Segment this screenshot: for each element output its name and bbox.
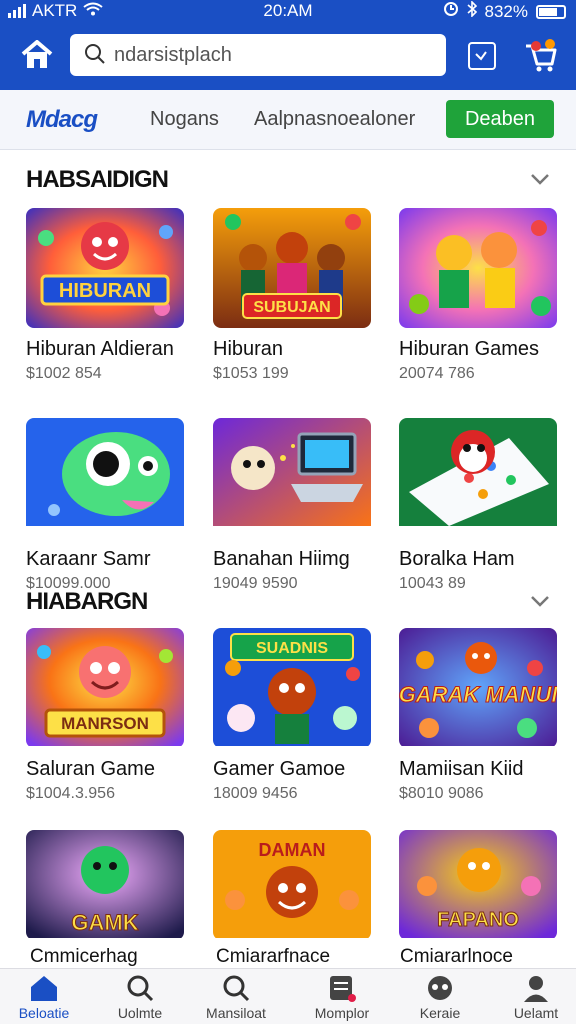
subnav-bar: Mdacg Nogans Aalpnasnoealoner Deaben — [0, 90, 576, 150]
game-card[interactable]: FAPANO — [399, 830, 557, 940]
game-name: Hiburan Aldieran — [26, 338, 174, 360]
game-meta: 20074 786 — [399, 365, 475, 382]
game-thumbnail: GARAK MANUI — [399, 628, 557, 748]
game-art-title: FAPANO — [437, 909, 519, 931]
game-card[interactable]: SUBUJAN Hiburan $1053 199 — [213, 208, 371, 383]
status-bar: AKTR 20:AM 832% — [0, 0, 576, 24]
chevron-down-icon[interactable] — [530, 172, 550, 186]
game-meta: $1053 199 — [213, 365, 289, 382]
game-meta: $8010 9086 — [399, 785, 484, 802]
nav-label: Keraie — [419, 1005, 461, 1021]
game-name: Cmiararlnoce — [400, 946, 513, 967]
game-thumbnail: HIBURAN — [26, 208, 184, 328]
chevron-down-icon[interactable] — [530, 594, 550, 608]
game-name: Hiburan — [213, 338, 284, 360]
game-name: Saluran Game — [26, 758, 155, 780]
game-name: Hiburan Games — [399, 338, 540, 360]
section-title: HIABARGN — [26, 588, 148, 615]
primary-action-button[interactable]: Deaben — [446, 100, 554, 138]
game-card[interactable]: Banahan Hiimg 19049 9590 — [213, 418, 371, 593]
search-icon — [127, 975, 154, 1002]
bottom-nav: Beloatie Uolmte Mansiloat Momplor Keraie… — [0, 968, 576, 1024]
game-name: Banahan Hiimg — [213, 548, 350, 570]
checkbox-button[interactable] — [468, 42, 496, 70]
game-name: Gamer Gamoe — [213, 758, 346, 780]
cart-icon — [526, 39, 557, 72]
home-icon — [31, 976, 57, 1001]
game-thumbnail — [26, 418, 184, 538]
search-placeholder: ndarsistplach — [114, 44, 232, 66]
game-thumbnail — [213, 418, 371, 538]
game-name: Mamiisan Kiid — [399, 758, 524, 780]
user-icon — [524, 976, 548, 1002]
game-name: Karaanr Samr — [26, 548, 151, 570]
game-card[interactable]: GARAK MANUI Mamiisan Kiid $8010 9086 — [399, 628, 557, 803]
game-meta: $1002 854 — [26, 365, 102, 382]
game-meta: $1004.3.956 — [26, 785, 115, 802]
home-icon — [21, 40, 53, 68]
nav-item-home[interactable]: Beloatie — [0, 973, 92, 1021]
game-thumbnail: DAMAN — [213, 830, 371, 940]
home-button[interactable] — [20, 40, 54, 70]
nav-item-explore[interactable]: Mansiloat — [188, 973, 284, 1021]
game-thumbnail: GAMK — [26, 830, 184, 940]
nav-item-search[interactable]: Uolmte — [92, 973, 188, 1021]
nav-label: Beloatie — [18, 1005, 70, 1021]
game-card[interactable]: DAMAN — [213, 830, 371, 940]
game-card[interactable]: HIBURAN Hiburan Aldieran $1002 854 — [26, 208, 184, 383]
brand-logo[interactable]: Mdacg — [26, 106, 98, 134]
game-card[interactable]: Hiburan Games 20074 786 — [399, 208, 557, 383]
search-input[interactable]: ndarsistplach — [70, 34, 446, 76]
game-thumbnail — [399, 208, 557, 328]
controller-icon — [428, 976, 452, 1000]
alarm-icon — [443, 1, 459, 22]
nav-item-games[interactable]: Keraie — [392, 973, 488, 1021]
game-art-title: DAMAN — [259, 840, 326, 860]
game-art-title: SUBUJAN — [253, 299, 330, 316]
game-thumbnail: SUBUJAN — [213, 208, 371, 328]
game-name: Cmiararfnace — [216, 946, 331, 967]
game-name: Cmmicerhag — [30, 946, 138, 967]
game-art-title: GARAK MANUI — [399, 682, 557, 707]
cart-button[interactable] — [520, 36, 560, 76]
game-name: Boralka Ham — [399, 548, 515, 570]
tab-nogans[interactable]: Nogans — [150, 108, 219, 131]
game-meta: 10043 89 — [399, 575, 466, 592]
battery-icon — [536, 4, 566, 19]
nav-label: Uelamt — [513, 1005, 559, 1021]
game-art-title: HIBURAN — [59, 280, 151, 302]
game-thumbnail: SUADNIS — [213, 628, 371, 748]
partial-row-labels: Cmmicerhag Cmiararfnace Cmiararlnoce — [0, 938, 576, 968]
document-icon — [330, 976, 356, 1002]
check-icon — [475, 51, 487, 61]
nav-label: Mansiloat — [206, 1005, 266, 1021]
nav-item-messages[interactable]: Momplor — [294, 973, 390, 1021]
game-card[interactable]: SUADNIS Gamer Gamoe 18009 9456 — [213, 628, 371, 803]
bluetooth-icon — [466, 0, 477, 22]
nav-item-profile[interactable]: Uelamt — [488, 973, 576, 1021]
game-card[interactable]: Boralka Ham 10043 89 — [399, 418, 557, 593]
game-card[interactable]: GAMK — [26, 830, 184, 940]
section-title: HABSAIDIGN — [26, 166, 169, 193]
game-art-title: GAMK — [71, 910, 138, 935]
search-icon — [223, 975, 250, 1002]
game-thumbnail — [399, 418, 557, 538]
game-art-title: SUADNIS — [256, 640, 328, 657]
app-header: AKTR 20:AM 832% ndarsistplach — [0, 0, 576, 90]
game-art-title: MANRSON — [61, 714, 149, 733]
game-thumbnail: FAPANO — [399, 830, 557, 940]
search-icon — [85, 44, 105, 64]
tab-category[interactable]: Aalpnasnoealoner — [254, 108, 415, 131]
nav-label: Uolmte — [117, 1005, 163, 1021]
game-card[interactable]: Karaanr Samr $10099.000 — [26, 418, 184, 593]
game-meta: 19049 9590 — [213, 575, 298, 592]
game-thumbnail: MANRSON — [26, 628, 184, 748]
game-meta: 18009 9456 — [213, 785, 298, 802]
game-card[interactable]: MANRSON Saluran Game $1004.3.956 — [26, 628, 184, 803]
battery-percent: 832% — [484, 1, 528, 21]
nav-label: Momplor — [314, 1005, 370, 1021]
